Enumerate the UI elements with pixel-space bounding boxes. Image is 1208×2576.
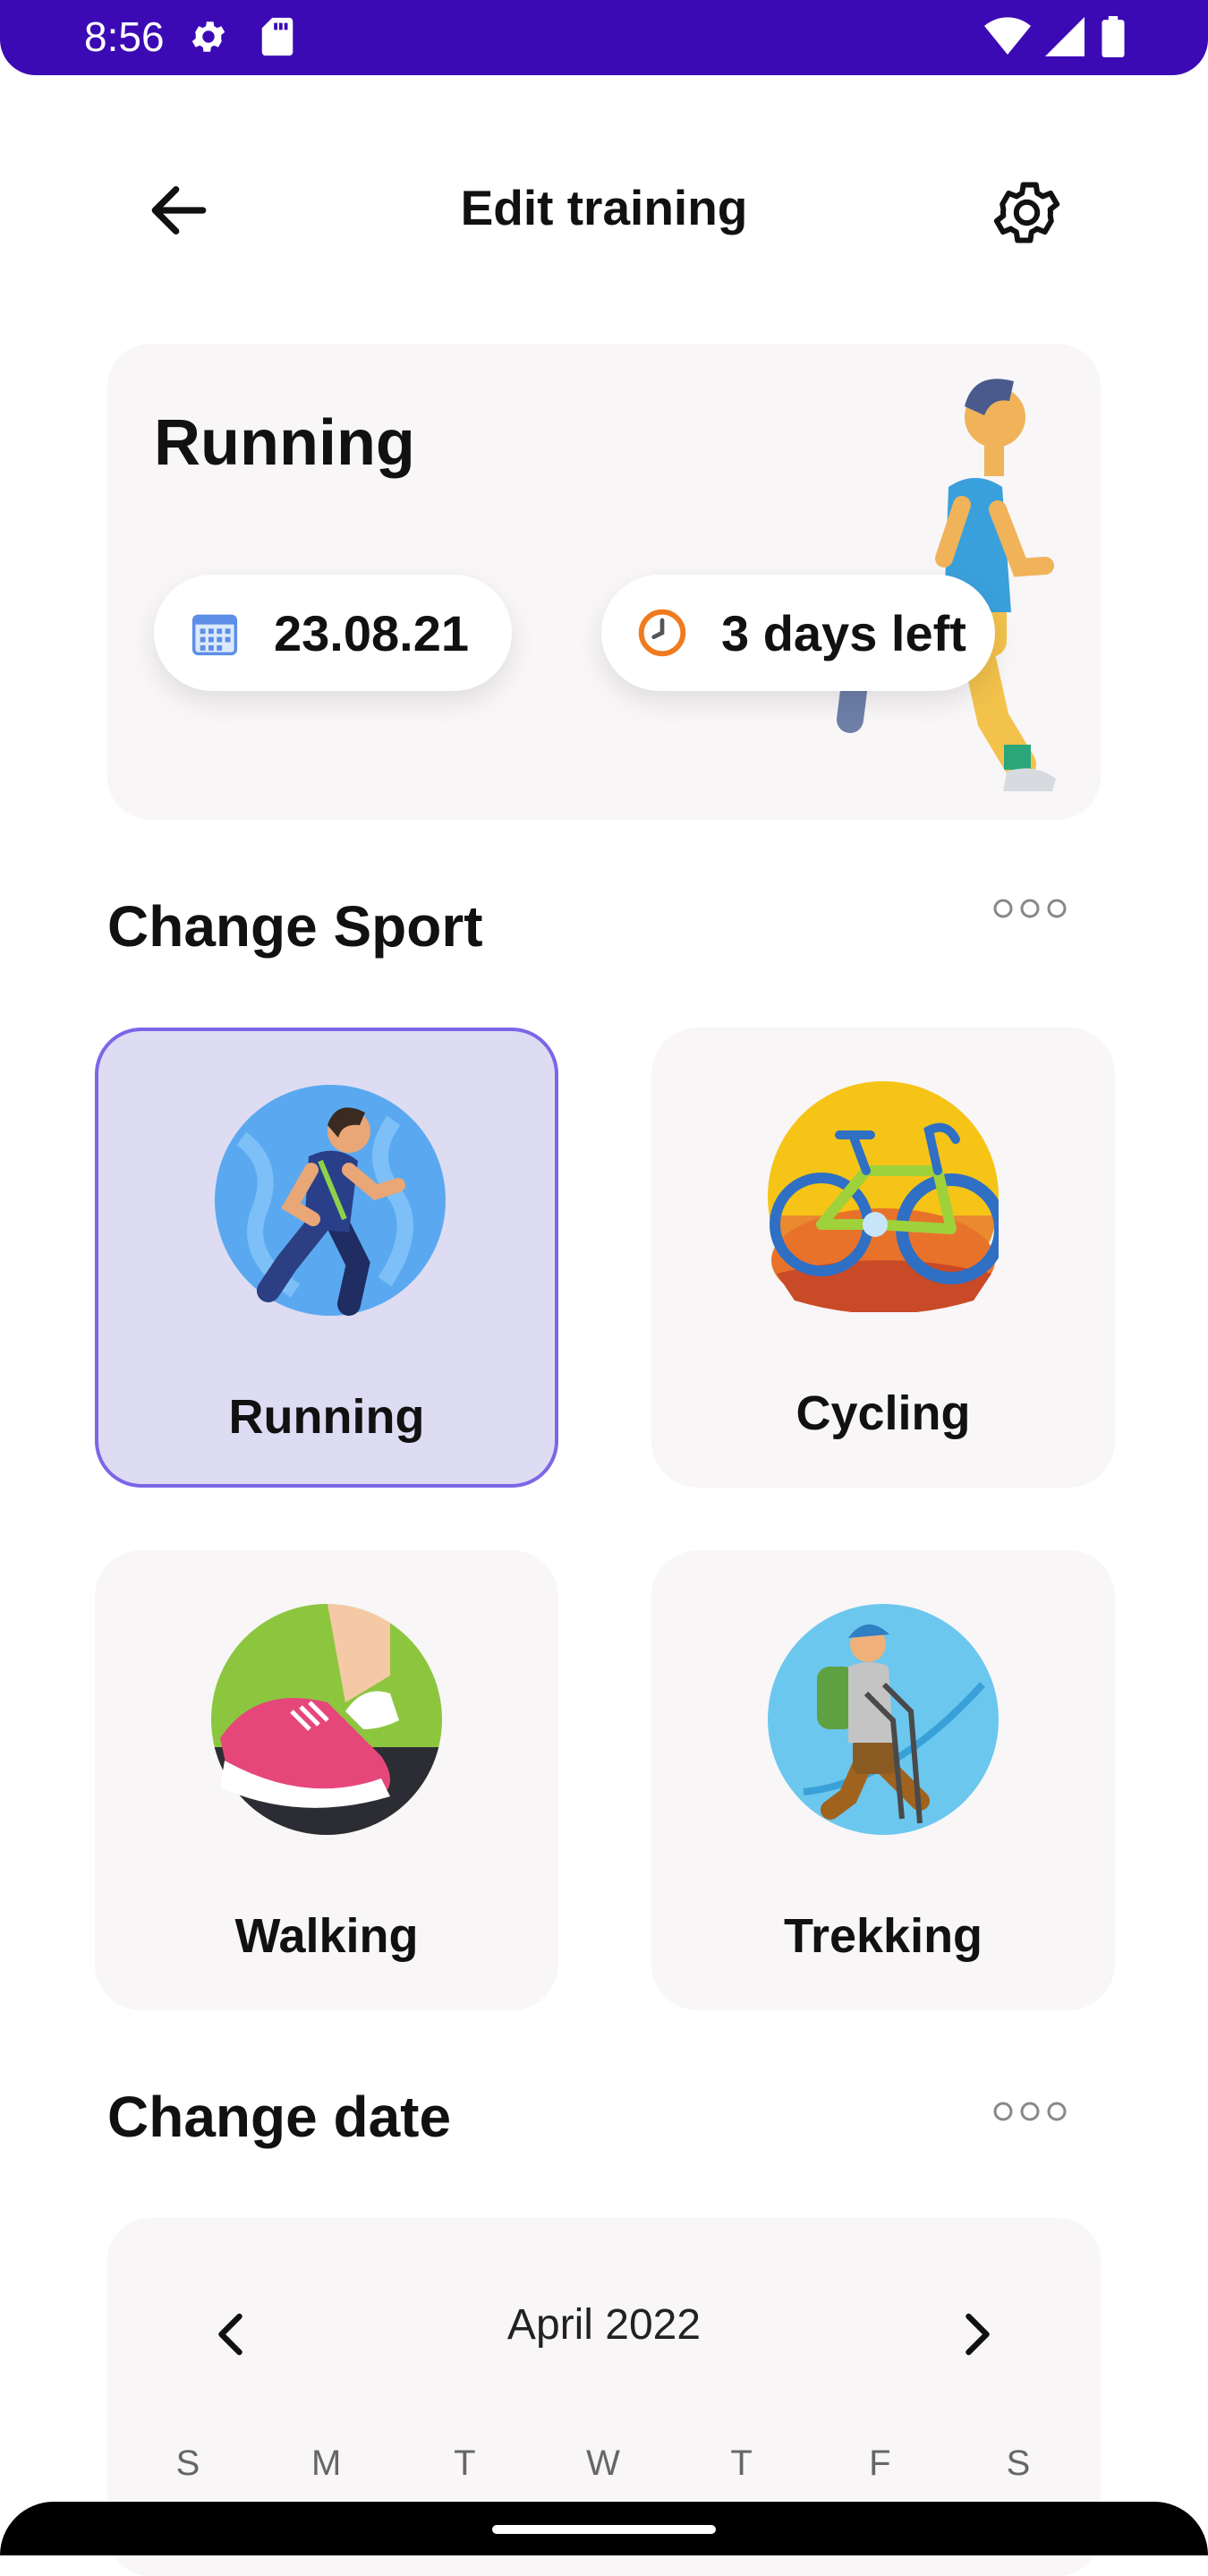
weekday-row: S M T W T F S [170, 2444, 1036, 2484]
home-gesture-handle[interactable] [492, 2525, 716, 2534]
sport-tile-cycling[interactable]: Cycling [651, 1028, 1115, 1488]
battery-icon [1102, 16, 1125, 57]
calendar-icon [191, 614, 238, 656]
navigation-bar [0, 2502, 1208, 2555]
hiker-icon [768, 1604, 999, 1835]
gear-icon [191, 21, 225, 52]
runner-icon [215, 1085, 446, 1316]
more-dots-icon[interactable] [991, 895, 1068, 922]
weekday-label: W [586, 2444, 620, 2483]
weekday-label: M [311, 2444, 342, 2483]
sport-tile-walking[interactable]: Walking [95, 1550, 558, 2010]
sport-tile-running[interactable]: Running [95, 1028, 558, 1488]
sport-label-running: Running [228, 1390, 425, 1444]
sport-label-trekking: Trekking [783, 1909, 983, 1963]
weekday-label: F [869, 2444, 891, 2483]
sport-tile-trekking[interactable]: Trekking [651, 1550, 1115, 2010]
time-left-chip[interactable]: 3 days left [601, 575, 995, 691]
sport-label-walking: Walking [234, 1909, 419, 1963]
change-date-title: Change date [107, 2085, 452, 2149]
settings-button[interactable] [989, 175, 1065, 251]
clock-icon [638, 609, 686, 657]
sd-card-icon [261, 17, 293, 56]
signal-icon [1045, 17, 1085, 56]
more-dots-icon[interactable] [991, 2098, 1068, 2125]
status-time: 8:56 [84, 13, 165, 60]
wifi-icon [984, 17, 1031, 55]
next-month-button[interactable] [949, 2307, 1002, 2361]
current-training-card: Running 23.08.21 3 days left [107, 344, 1101, 820]
sneaker-icon [211, 1604, 442, 1835]
weekday-label: S [1006, 2444, 1031, 2483]
weekday-label: S [175, 2444, 200, 2483]
weekday-label: T [730, 2444, 753, 2483]
time-left-label: 3 days left [721, 604, 966, 661]
date-chip-label: 23.08.21 [274, 604, 469, 661]
current-sport-title: Running [154, 407, 415, 479]
date-chip[interactable]: 23.08.21 [154, 575, 512, 691]
sport-label-cycling: Cycling [795, 1386, 971, 1440]
change-sport-title: Change Sport [107, 894, 483, 959]
weekday-label: T [454, 2444, 476, 2483]
status-bar: 8:56 [0, 0, 1208, 75]
bicycle-icon [768, 1081, 999, 1312]
